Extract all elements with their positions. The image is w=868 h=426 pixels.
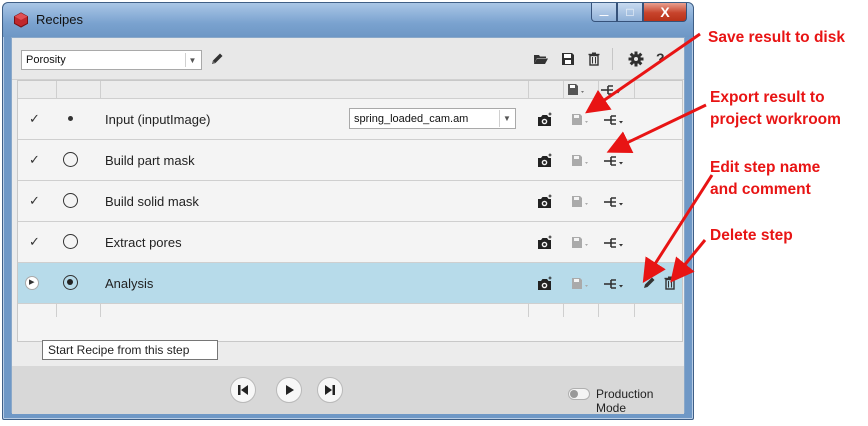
toolbar: Porosity ▼ ? [12, 38, 684, 80]
save-dropdown-icon[interactable] [565, 82, 589, 98]
close-button[interactable]: X [643, 3, 687, 22]
step-label: Analysis [105, 276, 154, 291]
skip-to-end-icon [325, 385, 335, 395]
steps-grid: ✓ Input (inputImage) spring_loaded_cam.a… [17, 80, 683, 342]
maximize-icon: □ [626, 5, 634, 19]
export-dropdown-icon[interactable] [603, 153, 629, 169]
snapshot-icon[interactable] [536, 152, 554, 170]
save-dropdown-icon[interactable] [569, 153, 593, 169]
status-checkmark-icon: ✓ [29, 152, 40, 167]
annotation-delete-step: Delete step [710, 227, 793, 244]
folder-open-icon[interactable] [532, 50, 550, 68]
step-label: Build part mask [105, 153, 195, 168]
export-dropdown-icon[interactable] [603, 112, 629, 128]
skip-to-start-icon [238, 385, 248, 395]
play-icon [286, 385, 294, 395]
step-node-icon [63, 234, 78, 249]
trash-icon[interactable] [585, 50, 603, 68]
chevron-down-icon: ▼ [185, 53, 199, 67]
save-dropdown-icon[interactable] [569, 112, 593, 128]
export-dropdown-icon[interactable] [600, 82, 626, 98]
step-label: Extract pores [105, 235, 182, 250]
maximize-button[interactable]: □ [617, 3, 643, 22]
grid-header [18, 81, 682, 99]
save-dropdown-icon[interactable] [569, 235, 593, 251]
pencil-icon[interactable] [208, 50, 226, 68]
stage: Recipes — □ X Porosity ▼ ? ✓ Input (inpu… [0, 0, 868, 426]
export-dropdown-icon[interactable] [603, 235, 629, 251]
production-mode-label: Production Mode [596, 387, 654, 415]
recipe-selector[interactable]: Porosity ▼ [21, 50, 202, 70]
close-icon: X [660, 4, 670, 20]
status-checkmark-icon: ✓ [29, 193, 40, 208]
play-icon: ▸ [29, 276, 35, 288]
step-node-icon [63, 152, 78, 167]
status-checkmark-icon: ✓ [29, 234, 40, 249]
skip-to-end-button[interactable] [317, 377, 343, 403]
window-title: Recipes [36, 12, 83, 27]
trash-icon[interactable] [661, 274, 679, 292]
snapshot-icon[interactable] [536, 275, 554, 293]
skip-to-start-button[interactable] [230, 377, 256, 403]
step-label: Input (inputImage) [105, 112, 211, 127]
step-label: Build solid mask [105, 194, 199, 209]
play-button[interactable] [276, 377, 302, 403]
input-data-selector[interactable]: spring_loaded_cam.am ▼ [349, 108, 516, 129]
production-mode-toggle[interactable] [568, 388, 590, 400]
gear-icon[interactable] [627, 50, 645, 68]
recipes-panel: Porosity ▼ ? ✓ Input (inputImage) spring… [11, 37, 685, 415]
snapshot-icon[interactable] [536, 193, 554, 211]
recipes-window: Recipes — □ X Porosity ▼ ? ✓ Input (inpu… [2, 2, 694, 420]
annotation-edit-step-line2: and comment [710, 181, 811, 198]
step-node-dot-icon [68, 116, 73, 121]
step-node-icon [63, 193, 78, 208]
toolbar-divider [612, 48, 613, 70]
snapshot-icon[interactable] [536, 234, 554, 252]
bottom-bar: Production Mode [12, 366, 684, 415]
annotation-export-result-line2: project workroom [710, 111, 841, 128]
chevron-down-icon: ▼ [499, 110, 514, 127]
snapshot-icon[interactable] [536, 111, 554, 129]
annotation-edit-step-line1: Edit step name [710, 159, 821, 176]
start-from-step-button[interactable]: ▸ [25, 276, 39, 290]
minimize-button[interactable]: — [591, 3, 617, 22]
save-dropdown-icon[interactable] [569, 276, 593, 292]
help-icon[interactable]: ? [656, 50, 665, 66]
minimize-icon: — [599, 9, 609, 20]
save-dropdown-icon[interactable] [569, 194, 593, 210]
step-node-current-icon [63, 275, 78, 290]
annotation-export-result-line1: Export result to [710, 89, 825, 106]
save-icon[interactable] [559, 50, 577, 68]
recipe-selector-value: Porosity [26, 54, 66, 66]
title-bar[interactable]: Recipes — □ X [3, 3, 693, 37]
tooltip: Start Recipe from this step [42, 340, 218, 360]
window-controls: — □ X [591, 3, 687, 23]
input-data-selector-value: spring_loaded_cam.am [354, 113, 469, 125]
export-dropdown-icon[interactable] [603, 276, 629, 292]
app-logo-icon [14, 12, 28, 28]
export-dropdown-icon[interactable] [603, 194, 629, 210]
annotation-save-result: Save result to disk [708, 29, 845, 46]
pencil-icon[interactable] [640, 274, 658, 292]
toggle-knob [570, 390, 578, 398]
status-checkmark-icon: ✓ [29, 111, 40, 126]
